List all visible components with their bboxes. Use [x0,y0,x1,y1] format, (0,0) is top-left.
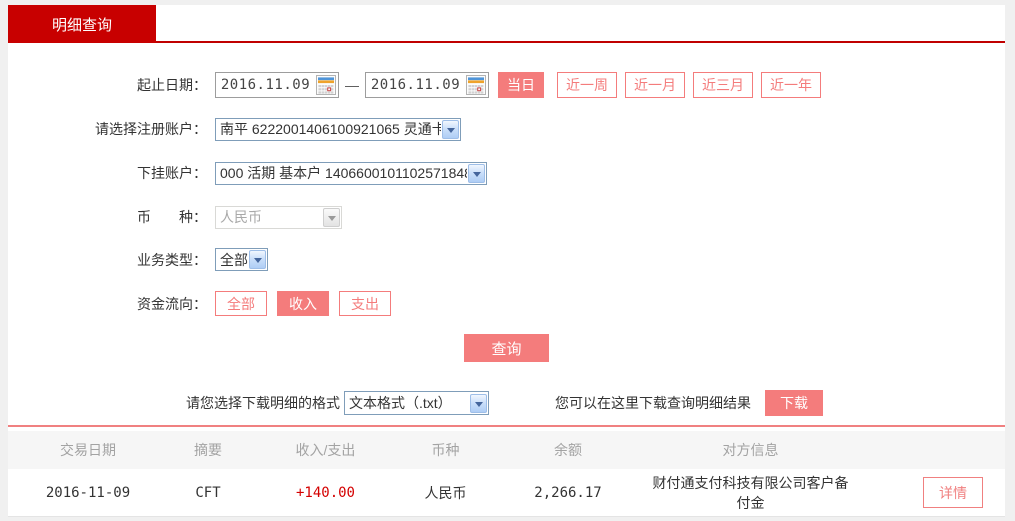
date-separator: — [345,77,359,93]
start-date-input[interactable]: 2016.11.09 [215,72,339,98]
business-type-value: 全部 [220,251,248,268]
chevron-down-icon [323,207,340,227]
header-counterparty: 对方信息 [722,442,779,458]
sub-account-row: 下挂账户： 000 活期 基本户 1406600101102571848 [8,161,1005,185]
download-hint-text: 您可以在这里下载查询明细结果 [555,395,751,411]
register-account-select[interactable]: 南平 6222001406100921065 灵通卡 [215,117,461,141]
row-balance: 2,266.17 [534,484,602,501]
download-row: 请您选择下载明细的格式 文本格式（.txt） 您可以在这里下载查询明细结果 下载 [186,390,1005,416]
register-account-row: 请选择注册账户： 南平 6222001406100921065 灵通卡 [8,117,1005,141]
end-date-value: 2016.11.09 [370,77,461,93]
fund-flow-expense-button[interactable]: 支出 [339,291,391,316]
chevron-down-icon [470,393,487,413]
row-currency: 人民币 [424,484,467,501]
register-account-label: 请选择注册账户： [95,121,207,137]
start-date-value: 2016.11.09 [220,77,311,93]
business-type-select[interactable]: 全部 [215,248,268,271]
calendar-icon[interactable] [465,74,487,96]
business-type-label: 业务类型： [137,251,207,268]
detail-button[interactable]: 详情 [923,477,983,508]
tab-detail-query[interactable]: 明细查询 [8,5,156,43]
sub-account-label: 下挂账户： [137,165,207,181]
sub-account-select[interactable]: 000 活期 基本户 1406600101102571848 [215,161,487,185]
fund-flow-income-button[interactable]: 收入 [277,291,329,316]
quick-range-today-button[interactable]: 当日 [498,72,544,98]
row-amount: +140.00 [295,484,355,501]
fund-flow-row: 资金流向： 全部 收入 支出 [8,290,1005,317]
table-header-row: 交易日期 摘要 收入/支出 币种 余额 对方信息 [8,431,1005,469]
header-summary: 摘要 [194,442,222,458]
currency-select: 人民币 [215,205,342,229]
tab-bar: 明细查询 [8,5,1005,43]
register-account-value: 南平 6222001406100921065 灵通卡 [220,121,441,137]
quick-range-week-button[interactable]: 近一周 [557,72,617,98]
header-amount: 收入/支出 [295,442,356,458]
fund-flow-label: 资金流向： [137,295,207,312]
business-type-row: 业务类型： 全部 [8,248,1005,271]
row-summary: CFT [195,484,221,501]
query-button-row: 查询 [8,334,1005,362]
header-currency: 币种 [431,442,460,458]
fund-flow-all-button[interactable]: 全部 [215,291,267,316]
quick-range-year-button[interactable]: 近一年 [761,72,821,98]
end-date-input[interactable]: 2016.11.09 [365,72,489,98]
quick-range-month-button[interactable]: 近一月 [625,72,685,98]
query-form: 起止日期： 2016.11.09 — 2016.11.09 当日 近一周 近一月… [8,43,1005,416]
date-range-row: 起止日期： 2016.11.09 — 2016.11.09 当日 近一周 近一月… [8,71,1005,99]
currency-row: 币 种： 人民币 [8,205,1005,229]
table-row: 2016-11-09 CFT +140.00 人民币 2,266.17 财付通支… [8,469,1005,517]
sub-account-value: 000 活期 基本户 1406600101102571848 [220,165,467,181]
table-top-divider [8,425,1005,427]
chevron-down-icon [249,250,266,269]
main-panel: 明细查询 起止日期： 2016.11.09 — 2016.11.09 当日 近一… [8,5,1005,517]
quick-range-quarter-button[interactable]: 近三月 [693,72,753,98]
row-trade-date: 2016-11-09 [45,484,131,501]
currency-value: 人民币 [220,209,262,225]
currency-label: 币 种： [137,209,207,225]
chevron-down-icon [468,163,485,183]
chevron-down-icon [442,119,459,139]
download-format-value: 文本格式（.txt） [349,395,452,411]
header-balance: 余额 [554,442,582,458]
download-button[interactable]: 下载 [765,390,823,416]
download-format-select[interactable]: 文本格式（.txt） [344,391,489,415]
calendar-icon[interactable] [315,74,337,96]
date-range-label: 起止日期： [137,77,207,93]
download-format-label: 请您选择下载明细的格式 [186,395,340,411]
row-counterparty: 财付通支付科技有限公司客户备付金 [652,474,849,511]
query-button[interactable]: 查询 [464,334,549,362]
header-trade-date: 交易日期 [60,442,116,458]
